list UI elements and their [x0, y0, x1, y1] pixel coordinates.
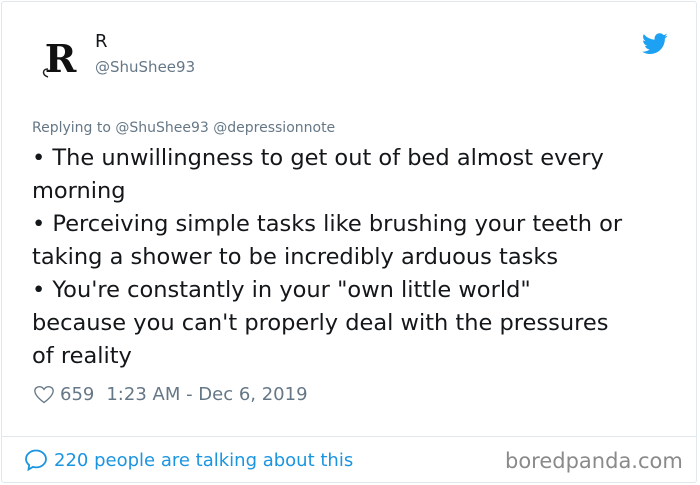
speech-bubble-icon	[25, 449, 47, 472]
conversation-link[interactable]: 220 people are talking about this	[24, 448, 353, 472]
tweet-line: • Perceiving simple tasks like brushing …	[32, 211, 623, 237]
talking-count-label: 220 people are talking about this	[54, 449, 354, 471]
divider	[2, 436, 696, 437]
tweet-line: taking a shower to be incredibly arduous…	[32, 244, 559, 270]
like-count[interactable]: 659	[60, 384, 94, 405]
tweet-text: • The unwillingness to get out of bed al…	[32, 142, 672, 373]
timestamp[interactable]: 1:23 AM - Dec 6, 2019	[106, 384, 307, 405]
tweet-line: of reality	[32, 343, 132, 369]
tweet-line: because you can't properly deal with the…	[32, 310, 609, 336]
heart-icon[interactable]	[34, 385, 54, 405]
avatar[interactable]: R	[34, 33, 84, 83]
tweet-line: • The unwillingness to get out of bed al…	[32, 145, 604, 171]
watermark: boredpanda.com	[505, 449, 683, 473]
author-name[interactable]: R	[95, 31, 108, 52]
avatar-flourish	[42, 68, 49, 78]
replying-to[interactable]: Replying to @ShuShee93 @depressionnote	[32, 120, 335, 136]
author-handle[interactable]: @ShuShee93	[95, 58, 195, 76]
tweet-line: morning	[32, 178, 126, 204]
tweet-meta: 659 1:23 AM - Dec 6, 2019	[34, 384, 308, 405]
tweet-line: • You're constantly in your "own little …	[32, 277, 531, 303]
twitter-bird-icon[interactable]	[642, 33, 668, 55]
